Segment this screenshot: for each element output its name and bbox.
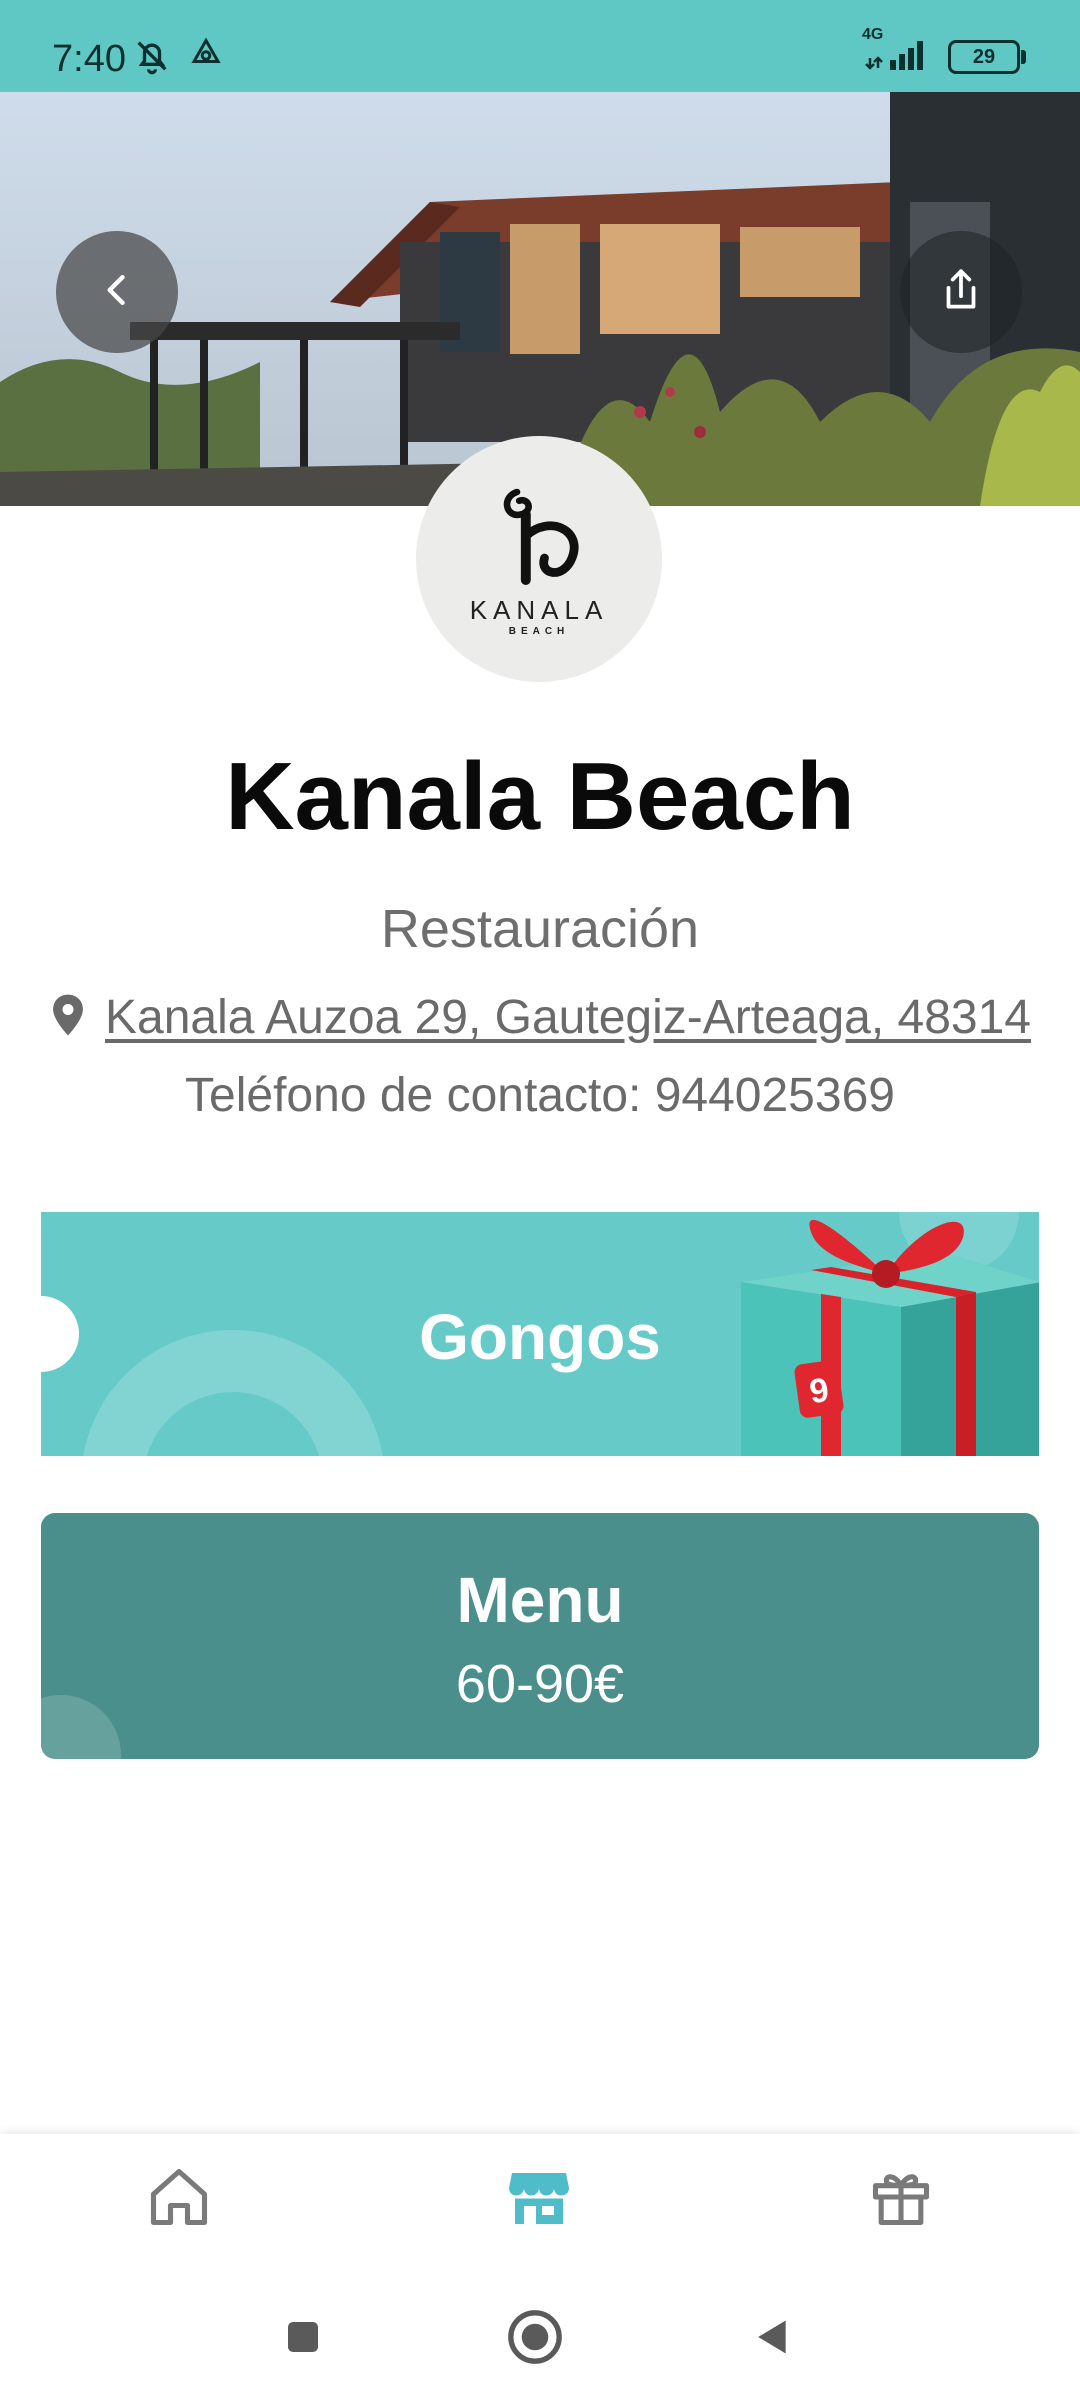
back-system-button[interactable] <box>736 2304 806 2374</box>
location-pin-icon <box>49 993 87 1042</box>
status-bar: 7:40 4G 29 <box>0 0 1080 92</box>
bell-off-icon <box>132 36 172 81</box>
gongos-card[interactable]: Gongos 9 <box>41 1212 1039 1456</box>
address-row[interactable]: Kanala Auzoa 29, Gautegiz-Arteaga, 48314 <box>0 990 1080 1045</box>
logo-word: KANALA <box>469 595 609 625</box>
gift-icon <box>867 2163 935 2236</box>
share-icon <box>936 265 986 320</box>
store-icon <box>503 2161 575 2238</box>
venue-name: Kanala Beach <box>225 743 855 850</box>
back-triangle-icon <box>749 2313 793 2366</box>
nav-rewards[interactable] <box>856 2154 946 2244</box>
recent-apps-button[interactable] <box>268 2304 338 2374</box>
signal-icon: 4G <box>862 26 932 79</box>
menu-title: Menu <box>456 1564 624 1636</box>
venue-address-link[interactable]: Kanala Auzoa 29, Gautegiz-Arteaga, 48314 <box>105 990 1031 1045</box>
share-button[interactable] <box>900 231 1022 353</box>
system-navigation-bar <box>0 2264 1080 2400</box>
venue-phone[interactable]: Teléfono de contacto: 944025369 <box>0 1068 1080 1123</box>
kanala-emblem-icon <box>503 488 579 585</box>
status-time: 7:40 <box>52 38 126 80</box>
back-button[interactable] <box>56 231 178 353</box>
logo-sub: BEACH <box>508 626 570 637</box>
home-icon <box>145 2163 213 2236</box>
menu-card[interactable]: Menu 60-90€ <box>41 1513 1039 1759</box>
gift-box-icon: 9 <box>741 1219 1039 1456</box>
chevron-left-icon <box>95 268 139 317</box>
nav-store[interactable] <box>494 2154 584 2244</box>
bottom-navigation <box>0 2134 1080 2264</box>
nav-home[interactable] <box>134 2154 224 2244</box>
home-circle-icon <box>506 2308 564 2371</box>
venue-category: Restauración <box>380 899 700 959</box>
network-type: 4G <box>862 26 884 43</box>
status-left-icons <box>132 36 224 81</box>
battery-icon: 29 <box>948 39 1026 74</box>
tree-icon <box>188 36 224 81</box>
venue-logo: KANALA BEACH <box>416 436 662 682</box>
menu-price: 60-90€ <box>455 1654 625 1714</box>
status-right: 4G 29 <box>862 26 1026 79</box>
home-system-button[interactable] <box>500 2304 570 2374</box>
recent-apps-icon <box>283 2317 323 2362</box>
